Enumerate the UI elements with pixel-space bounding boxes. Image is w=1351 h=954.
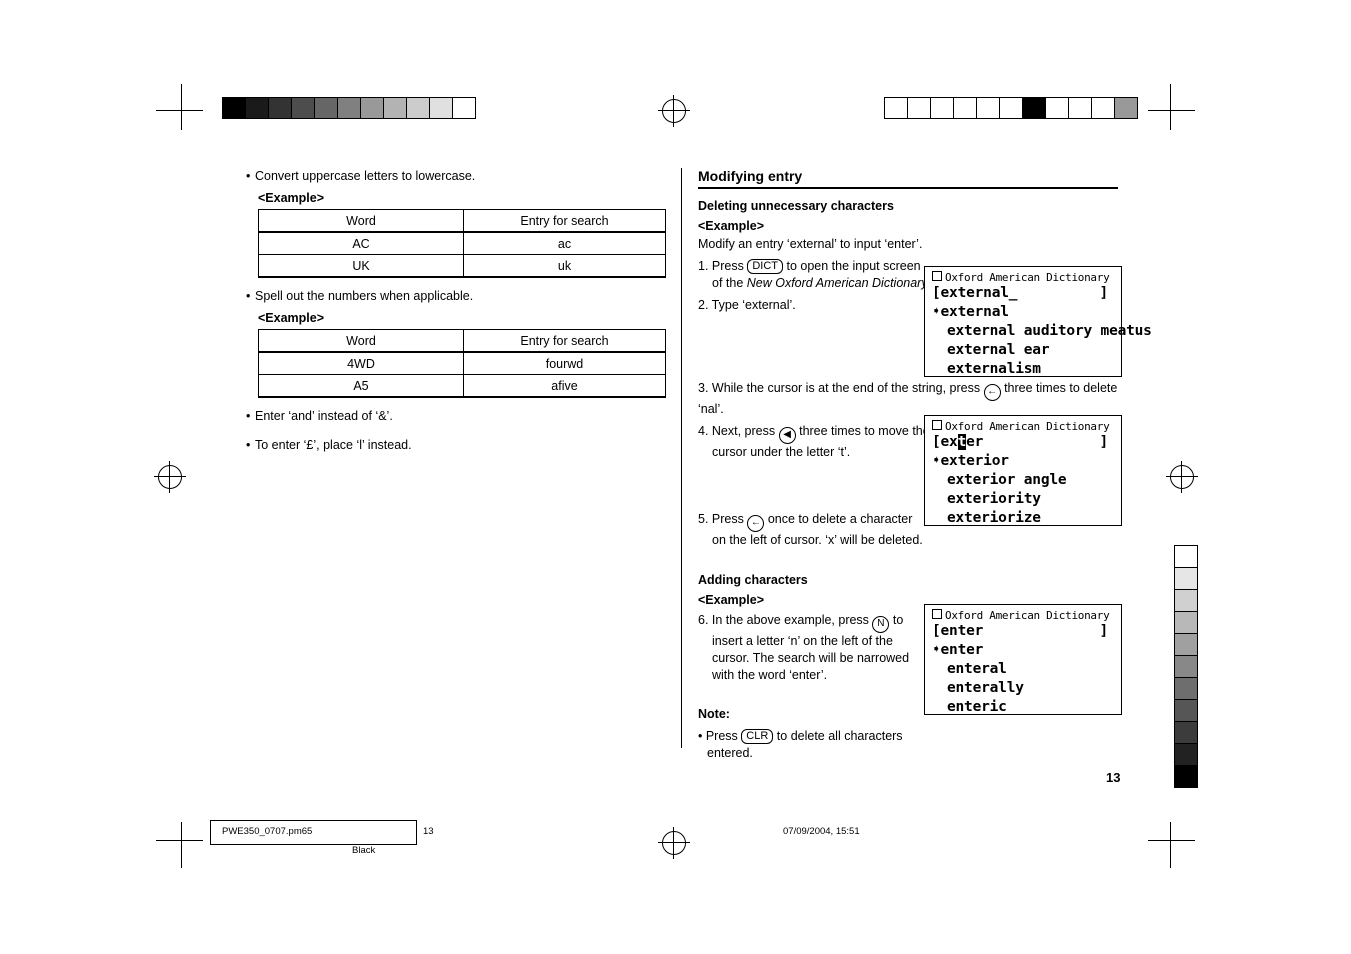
page-content: • Convert uppercase letters to lowercase.…	[0, 0, 1351, 954]
lcd-list-item: exteriority	[947, 491, 1041, 507]
lcd-input-line: [external_]	[932, 285, 1108, 301]
table-row: A5 afive	[258, 374, 666, 398]
table-cell: ac	[463, 231, 666, 255]
bullet-enter-pound: • To enter ‘£’, place ‘l’ instead.	[246, 438, 412, 452]
lcd-title: Oxford American Dictionary	[932, 271, 1115, 284]
table-cell: afive	[463, 374, 666, 398]
lcd-screen-enter: Oxford American Dictionary [enter] ➧ente…	[924, 604, 1122, 715]
lcd-list-item: external auditory meatus	[947, 323, 1152, 339]
table-cell: uk	[463, 254, 666, 278]
subsection-deleting-characters: Deleting unnecessary characters	[698, 199, 894, 213]
step-6: 6. In the above example, press N to inse…	[698, 612, 923, 684]
bullet-text: Convert uppercase letters to lowercase.	[255, 169, 476, 183]
step-5-text-c: on the left of cursor. ‘x’ will be delet…	[712, 533, 923, 547]
lcd-title: Oxford American Dictionary	[932, 420, 1115, 433]
table-row: UK uk	[258, 254, 666, 278]
table-row: Word Entry for search	[258, 329, 666, 353]
intro-modify-entry: Modify an entry ‘external’ to input ‘ent…	[698, 237, 923, 251]
lcd-list-item: enterally	[947, 680, 1024, 696]
table-cell: A5	[258, 374, 464, 398]
table-uppercase-examples: Word Entry for search AC ac UK uk	[258, 209, 666, 278]
table-cell: 4WD	[258, 351, 464, 375]
bullet-spell-numbers: • Spell out the numbers when applicable.	[246, 289, 474, 303]
lcd-screen-exterior: Oxford American Dictionary [exter] ➧exte…	[924, 415, 1122, 526]
step-5-text-a: 5. Press	[698, 512, 744, 526]
bullet-text: Enter ‘and’ instead of ‘&’.	[255, 409, 393, 423]
lcd-input-line: [enter]	[932, 623, 1108, 639]
key-dict[interactable]: DICT	[747, 259, 784, 274]
footer-timestamp: 07/09/2004, 15:51	[783, 826, 860, 837]
lcd-screen-external: Oxford American Dictionary [external_] ➧…	[924, 266, 1152, 377]
lcd-selected-item: ➧enter	[932, 642, 984, 658]
table-header-word: Word	[258, 209, 464, 233]
lcd-selected-item: ➧external	[932, 304, 1009, 320]
lcd-list-item: external ear	[947, 342, 1050, 358]
key-clr[interactable]: CLR	[741, 729, 774, 744]
table-header-word: Word	[258, 329, 464, 353]
table-cell: AC	[258, 231, 464, 255]
lcd-list-item: externalism	[947, 361, 1041, 377]
lcd-selected-item: ➧exterior	[932, 453, 1009, 469]
lcd-cursor: t	[957, 434, 967, 450]
note-text-a: • Press	[698, 729, 738, 743]
subsection-adding-characters: Adding characters	[698, 573, 808, 587]
table-number-examples: Word Entry for search 4WD fourwd A5 afiv…	[258, 329, 666, 398]
step-3-text-a: 3. While the cursor is at the end of the…	[698, 381, 981, 395]
table-row: 4WD fourwd	[258, 351, 666, 375]
lcd-title-icon	[932, 271, 942, 281]
lcd-input-line: [exter]	[932, 434, 1108, 450]
key-backspace-2[interactable]: ←	[747, 515, 765, 532]
example-label-1: <Example>	[258, 191, 325, 205]
section-underline	[698, 187, 1118, 189]
bullet-enter-and: • Enter ‘and’ instead of ‘&’.	[246, 409, 393, 423]
footer-filename: PWE350_0707.pm65	[222, 826, 313, 837]
step-6-text-b: to	[892, 613, 904, 627]
table-header-entry: Entry for search	[463, 209, 666, 233]
step-1-text-a: 1. Press	[698, 259, 744, 273]
lcd-list-item: enteric	[947, 699, 1007, 715]
example-label-3: <Example>	[698, 219, 765, 233]
step-5-text-b: once to delete a character	[767, 512, 913, 526]
lcd-title-icon	[932, 609, 942, 619]
step-3: 3. While the cursor is at the end of the…	[698, 380, 1128, 418]
bullet-text: Spell out the numbers when applicable.	[255, 289, 474, 303]
bullet-convert-uppercase: • Convert uppercase letters to lowercase.	[246, 169, 476, 183]
footer-color: Black	[352, 845, 376, 856]
lcd-list-item: enteral	[947, 661, 1007, 677]
lcd-title: Oxford American Dictionary	[932, 609, 1115, 622]
key-backspace[interactable]: ←	[983, 384, 1001, 401]
lcd-title-icon	[932, 420, 942, 430]
example-label-2: <Example>	[258, 311, 325, 325]
step-4-text-c: cursor under the letter ‘t’.	[712, 445, 851, 459]
step-6-text-e: with the word ‘enter’.	[712, 668, 828, 682]
step-6-text-c: insert a letter ‘n’ on the left of the	[712, 634, 893, 648]
left-column: • Convert uppercase letters to lowercase.…	[246, 168, 666, 458]
table-header-entry: Entry for search	[463, 329, 666, 353]
table-row: Word Entry for search	[258, 209, 666, 233]
step-6-text-a: 6. In the above example, press	[698, 613, 869, 627]
key-arrow-left[interactable]: ◀	[778, 427, 796, 444]
table-row: AC ac	[258, 231, 666, 255]
note-body: • Press CLR to delete all characters ent…	[698, 728, 1128, 762]
note-text-b: to delete all characters	[776, 729, 903, 743]
step-1-text-c: of the	[712, 276, 747, 290]
page-number: 13	[1106, 770, 1121, 785]
key-n[interactable]: N	[872, 616, 890, 633]
step-1-text-b: to open the input screen	[786, 259, 921, 273]
lcd-list-item: exteriorize	[947, 510, 1041, 526]
step-4-text-b: three times to move the	[799, 424, 930, 438]
step-1-dictionary-name: New Oxford American Dictionary	[746, 276, 928, 290]
column-divider	[681, 168, 682, 748]
lcd-list-item: exterior angle	[947, 472, 1067, 488]
section-title-modifying-entry: Modifying entry	[698, 168, 803, 184]
note-text-c: entered.	[707, 746, 753, 760]
footer-page: 13	[423, 826, 434, 837]
step-4-text-a: 4. Next, press	[698, 424, 776, 438]
table-cell: UK	[258, 254, 464, 278]
bullet-text: To enter ‘£’, place ‘l’ instead.	[255, 438, 412, 452]
table-cell: fourwd	[463, 351, 666, 375]
step-6-text-d: cursor. The search will be narrowed	[712, 651, 910, 665]
